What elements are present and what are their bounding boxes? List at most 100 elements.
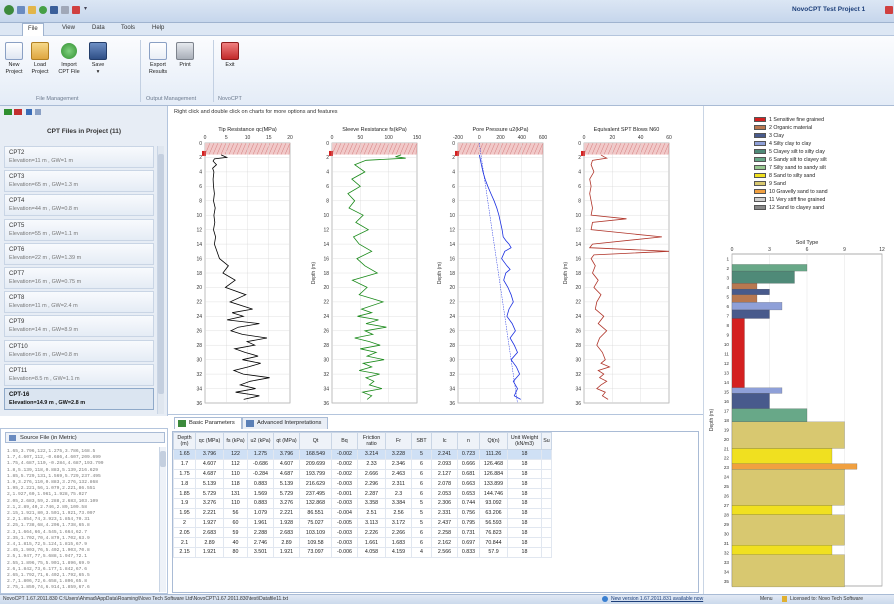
table-row[interactable]: 1.65 3.796 122 1.275 3.796 168.549 -0.002 3.214…	[173, 449, 552, 460]
quick-print-icon[interactable]	[61, 6, 69, 14]
cpt-file-item[interactable]: CPT-16 Elevation=14.9 m , GW=2.8 m	[4, 388, 154, 410]
column-header[interactable]: qt (MPa)	[273, 432, 300, 450]
column-header[interactable]: Unit Weight (kN/m3)	[507, 432, 542, 450]
quick-new-icon[interactable]	[17, 6, 25, 14]
table-row[interactable]: 1.85 5.729 131 1.569 5.729 237.495 -0.001 2.287…	[173, 488, 552, 499]
column-header[interactable]: Su	[541, 432, 552, 450]
column-header[interactable]: Qt(n)	[479, 432, 508, 450]
cpt-file-item[interactable]: CPT5 Elevation=55 m , GW=1.1 m	[4, 218, 154, 241]
y-tick-label: 4	[199, 170, 202, 176]
table-cell: 2.56	[385, 507, 412, 519]
soil-type-chart[interactable]: Soil Type0 3 6 9 121234567891011121314151617…	[704, 236, 894, 594]
tab-basic-parameters[interactable]: Basic Parameters	[174, 417, 242, 429]
table-row[interactable]: 2.15 1.921 80 3.501 1.921 73.097 -0.006 4.058 4.…	[173, 546, 552, 558]
load-project-button[interactable]: Load Project	[28, 42, 52, 76]
cpt-file-item[interactable]: CPT10 Elevation=16 m , GW=0.8 m	[4, 339, 154, 362]
y-tick-label: 2	[326, 155, 329, 161]
column-header[interactable]: fs (kPa)	[223, 432, 248, 450]
cpt-file-item[interactable]: CPT9 Elevation=14 m , GW=8.9 m	[4, 315, 154, 338]
export-results-button[interactable]: Export Results	[146, 42, 170, 76]
legend-swatch	[754, 125, 766, 131]
table-row[interactable]: 1.95 2.221 56 1.079 2.221 86.551 -0.004 2.51 2.5…	[173, 507, 552, 519]
remove-file-icon[interactable]	[14, 109, 22, 115]
legend-entry: 6 Sandy silt to clayey silt	[754, 157, 827, 164]
column-header[interactable]: Fr	[385, 432, 412, 450]
column-header[interactable]: qc (MPa)	[195, 432, 224, 450]
column-header[interactable]: Friction ratio	[357, 432, 386, 450]
column-header[interactable]: u2 (kPa)	[247, 432, 274, 450]
quick-open-icon[interactable]	[28, 6, 36, 14]
quick-access-dropdown-icon[interactable]: ▾	[84, 5, 87, 12]
quick-exit-icon[interactable]	[72, 6, 80, 14]
soil-y-tick-label: 19	[724, 427, 730, 432]
close-window-button[interactable]	[885, 6, 893, 14]
table-row[interactable]: 1.9 3.276 110 0.883 3.276 132.868 -0.003 3.358 3…	[173, 497, 552, 509]
table-cell: 103.109	[299, 527, 332, 539]
table-row[interactable]: 1.75 4.687 110 -0.284 4.687 193.799 -0.002 2.66…	[173, 468, 552, 480]
soil-y-axis-label: Depth (m)	[709, 409, 715, 432]
print-button[interactable]: Print	[174, 42, 196, 69]
column-header[interactable]: Ic	[431, 432, 458, 450]
menu-tab-file[interactable]: File	[22, 23, 44, 36]
table-row[interactable]: 2.05 2.683 59 2.288 2.683 103.109 -0.003 2.226 2…	[173, 527, 552, 539]
y-tick-label: 26	[323, 329, 329, 335]
column-header[interactable]: Qt	[299, 432, 332, 450]
menu-tab-help[interactable]: Help	[152, 25, 164, 31]
soil-y-tick-label: 28	[724, 513, 730, 518]
add-file-icon[interactable]	[4, 109, 12, 115]
cpt-file-item[interactable]: CPT8 Elevation=11 m , GW=2.4 m	[4, 291, 154, 314]
table-row[interactable]: 2 1.927 60 1.961 1.928 75.027 -0.005 3.113 3.172…	[173, 517, 552, 529]
file-list-scroll-thumb[interactable]	[158, 154, 164, 394]
source-file-tab[interactable]: Source File (in Metric)	[5, 432, 165, 443]
table-cell: 126.468	[479, 458, 508, 470]
update-link[interactable]: New version 1.67.2011.831 available now	[611, 596, 703, 602]
license-text: Licensed to: Novo Tech Software	[790, 596, 864, 602]
tab-advanced-interpretations[interactable]: Advanced Interpretations	[242, 417, 329, 429]
cpt-file-item[interactable]: CPT3 Elevation=65 m , GW=1.3 m	[4, 170, 154, 193]
source-scroll-thumb[interactable]	[160, 451, 166, 467]
soil-y-tick-label: 24	[724, 475, 730, 480]
y-axis-label: Depth (m)	[563, 262, 569, 285]
cpt-file-item[interactable]: CPT2 Elevation=11 m , GW=1 m	[4, 146, 154, 168]
status-menu[interactable]: Menu	[760, 596, 773, 602]
x-tick-label: 20	[287, 135, 293, 141]
import-cpt-button[interactable]: Import CPT File	[55, 42, 83, 76]
cpt-file-item[interactable]: CPT4 Elevation=44 m , GW=0.8 m	[4, 194, 154, 217]
source-scrollbar[interactable]	[159, 447, 166, 592]
column-header[interactable]: Bq	[331, 432, 358, 450]
y-tick-label: 12	[323, 227, 329, 233]
cpt-file-elevation: Elevation=55 m , GW=1.1 m	[9, 230, 79, 237]
quick-import-icon[interactable]	[39, 6, 47, 14]
cpt-file-item[interactable]: CPT6 Elevation=22 m , GW=1.39 m	[4, 242, 154, 265]
sort-icon[interactable]	[26, 109, 32, 115]
cpt-file-item[interactable]: CPT11 Elevation=8.5 m , GW=1.1 m	[4, 363, 154, 386]
new-project-button[interactable]: New Project	[3, 42, 25, 76]
table-cell: 1.683	[385, 537, 412, 548]
charts-area: Right click and double click on charts f…	[168, 106, 703, 410]
ribbon: New Project Load Project Import CPT File…	[0, 36, 894, 106]
column-header[interactable]: SBT	[411, 432, 432, 450]
table-cell: 18	[507, 527, 542, 539]
table-row[interactable]: 2.1 2.89 40 2.746 2.89 109.58 -0.003 1.661 1.683…	[173, 537, 552, 548]
save-dropdown-icon[interactable]: ▾	[87, 69, 109, 76]
quick-save-icon[interactable]	[50, 6, 58, 14]
column-header[interactable]: n	[457, 432, 480, 450]
table-cell: 0.653	[457, 488, 480, 499]
menu-tab-data[interactable]: Data	[92, 25, 105, 31]
file-list-scrollbar[interactable]	[157, 146, 164, 414]
document-icon	[9, 435, 16, 441]
table-row[interactable]: 1.7 4.607 112 -0.686 4.607 209.699 -0.002 2.33 2…	[173, 458, 552, 470]
table-cell: 18	[507, 468, 542, 480]
menu-tab-view[interactable]: View	[62, 25, 75, 31]
save-button[interactable]: Save ▾	[87, 42, 109, 76]
menu-tab-tools[interactable]: Tools	[121, 25, 135, 31]
y-tick-label: 0	[326, 141, 329, 147]
exit-button[interactable]: Exit	[219, 42, 241, 69]
cpt-file-item[interactable]: CPT7 Elevation=16 m , GW=0.75 m	[4, 267, 154, 289]
table-row[interactable]: 1.8 5.139 118 0.883 5.139 216.629 -0.003 2.296 2…	[173, 478, 552, 490]
table-cell: 5	[411, 497, 432, 509]
list-view-icon[interactable]	[35, 109, 41, 115]
column-header[interactable]: Depth (m)	[173, 432, 196, 450]
y-tick-label: 14	[323, 242, 329, 248]
cpt-charts[interactable]: Tip Resistance qc(MPa)0 5 10 15 200246810121…	[168, 106, 703, 410]
